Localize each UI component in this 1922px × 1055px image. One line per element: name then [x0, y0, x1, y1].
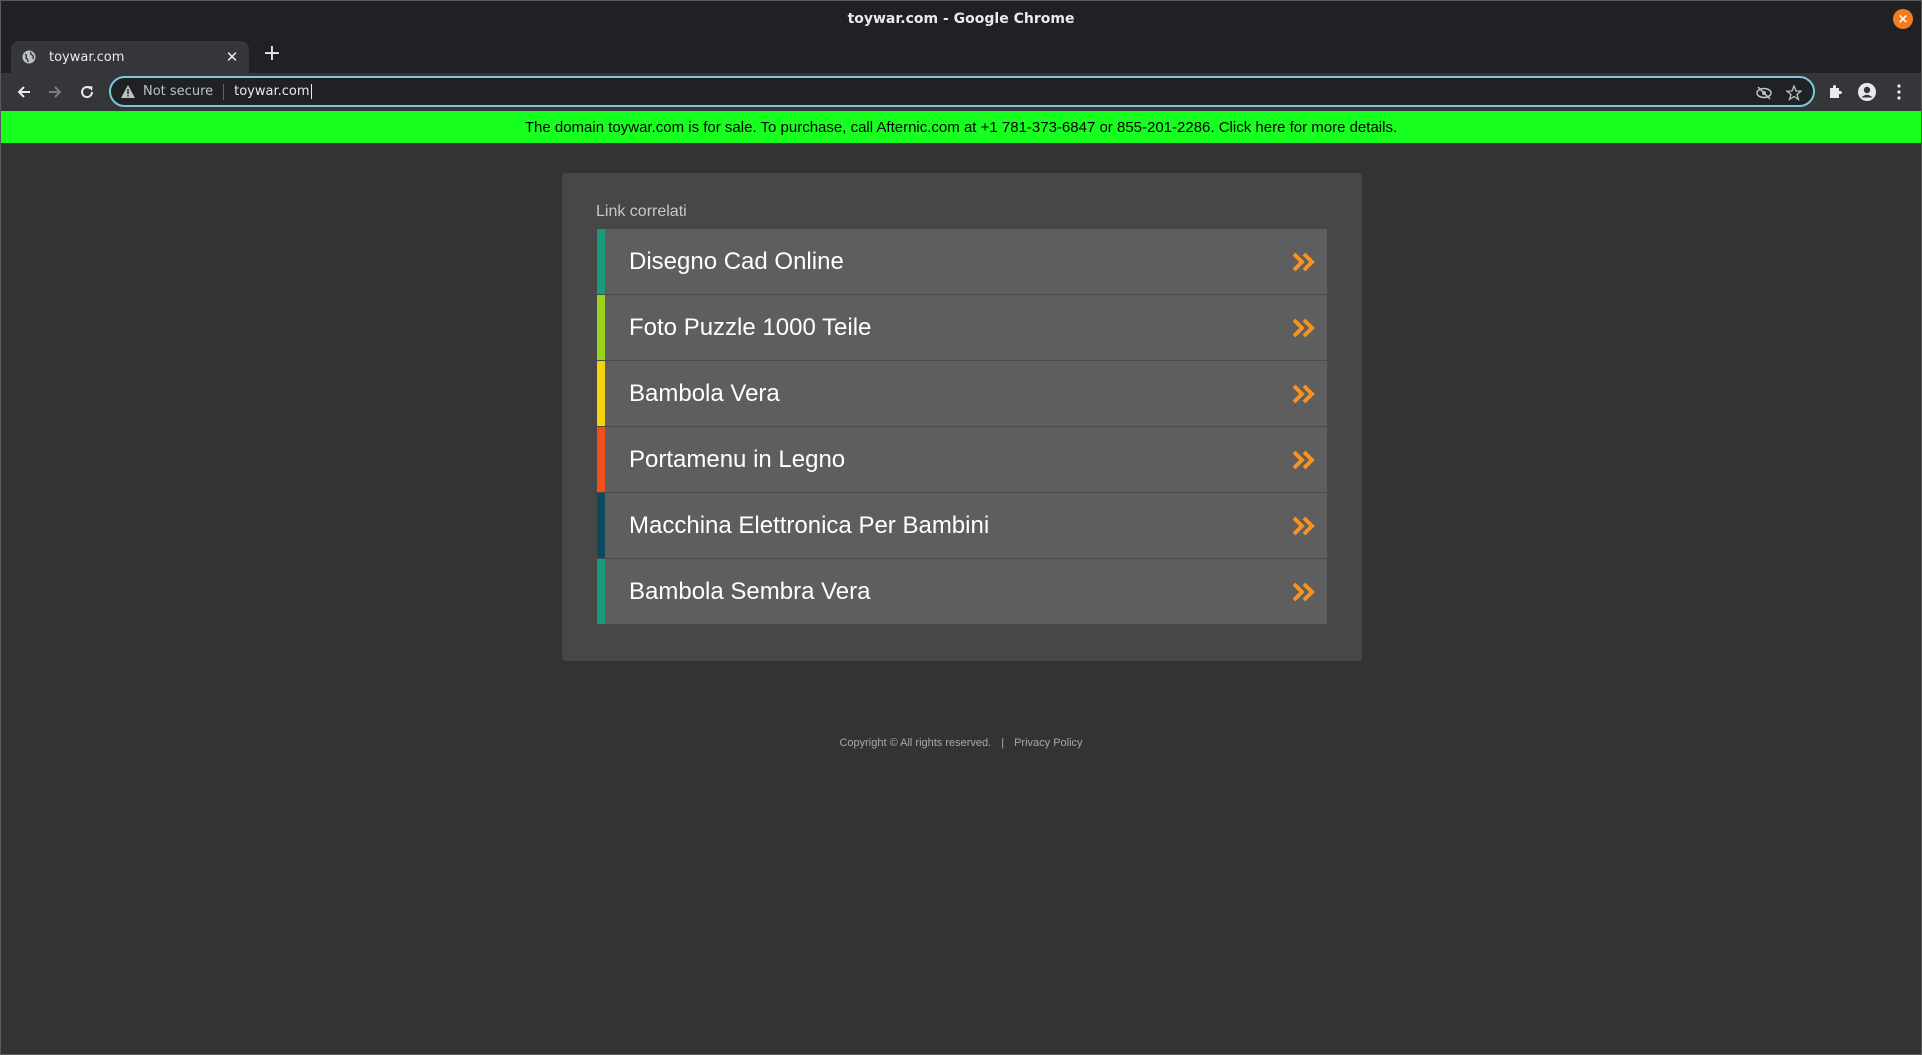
double-chevron-right-icon — [1292, 450, 1315, 470]
tab-toywar[interactable]: toywar.com ✕ — [11, 41, 249, 73]
reload-button[interactable] — [76, 81, 98, 103]
double-chevron-right-icon — [1292, 516, 1315, 536]
related-links-list: Disegno Cad Online Foto Puzzle 1000 Teile… — [597, 229, 1327, 625]
close-icon: × — [1897, 11, 1909, 27]
copyright-text: Copyright © All rights reserved. — [839, 737, 992, 749]
double-chevron-right-icon — [1292, 318, 1315, 338]
tab-strip: toywar.com ✕ — [1, 37, 1921, 73]
privacy-policy-link[interactable]: Privacy Policy — [1014, 737, 1082, 749]
related-link-label[interactable]: Bambola Sembra Vera — [629, 578, 870, 606]
arrow-right-icon — [49, 86, 62, 98]
related-links-title: Link correlati — [596, 203, 687, 220]
related-link-label[interactable]: Macchina Elettronica Per Bambini — [629, 512, 989, 540]
related-link-label[interactable]: Bambola Vera — [629, 380, 780, 408]
browser-window: toywar.com - Google Chrome × toywar.com … — [0, 0, 1922, 1055]
plus-icon: + — [262, 41, 282, 66]
title-bar: toywar.com - Google Chrome × — [1, 1, 1921, 37]
related-link-item[interactable]: Bambola Sembra Vera — [597, 559, 1327, 625]
color-accent-bar — [597, 361, 605, 426]
related-link-label[interactable]: Portamenu in Legno — [629, 446, 845, 474]
color-accent-bar — [597, 559, 605, 624]
footer-separator: | — [1001, 737, 1005, 749]
url-text[interactable]: toywar.com — [234, 84, 312, 99]
double-chevron-right-icon — [1292, 384, 1315, 404]
related-link-label[interactable]: Disegno Cad Online — [629, 248, 844, 276]
double-chevron-right-icon — [1292, 582, 1315, 602]
profile-avatar-icon[interactable] — [1857, 82, 1877, 102]
footer: Copyright © All rights reserved. | Priva… — [1, 737, 1921, 749]
color-accent-bar — [597, 493, 605, 558]
related-link-label[interactable]: Foto Puzzle 1000 Teile — [629, 314, 871, 342]
bookmark-star-icon[interactable] — [1785, 84, 1803, 102]
security-status[interactable]: Not secure — [143, 84, 213, 99]
related-link-item[interactable]: Macchina Elettronica Per Bambini — [597, 493, 1327, 559]
related-links-panel: Link correlati Disegno Cad Online Foto Pu… — [562, 173, 1362, 661]
double-chevron-right-icon — [1292, 252, 1315, 272]
domain-sale-banner[interactable]: The domain toywar.com is for sale. To pu… — [1, 111, 1921, 143]
arrow-left-icon — [17, 86, 30, 98]
extensions-icon[interactable] — [1825, 82, 1845, 102]
browser-toolbar: Not secure toywar.com — [1, 73, 1921, 111]
forward-button[interactable] — [44, 81, 66, 103]
warning-icon — [121, 85, 135, 99]
related-link-item[interactable]: Bambola Vera — [597, 361, 1327, 427]
related-link-item[interactable]: Disegno Cad Online — [597, 229, 1327, 295]
window-close-button[interactable]: × — [1893, 9, 1913, 29]
address-bar[interactable]: Not secure toywar.com — [109, 76, 1815, 107]
tab-close-icon[interactable]: ✕ — [223, 48, 241, 66]
banner-text[interactable]: The domain toywar.com is for sale. To pu… — [525, 119, 1397, 136]
window-title: toywar.com - Google Chrome — [847, 11, 1075, 27]
omnibox-divider — [223, 83, 225, 100]
color-accent-bar — [597, 295, 605, 360]
globe-icon — [21, 49, 37, 65]
color-accent-bar — [597, 427, 605, 492]
menu-kebab-icon[interactable] — [1889, 82, 1909, 102]
reload-icon — [81, 86, 94, 99]
related-link-item[interactable]: Portamenu in Legno — [597, 427, 1327, 493]
related-link-item[interactable]: Foto Puzzle 1000 Teile — [597, 295, 1327, 361]
color-accent-bar — [597, 229, 605, 294]
new-tab-button[interactable]: + — [261, 43, 283, 65]
back-button[interactable] — [13, 81, 35, 103]
eye-slash-icon[interactable] — [1755, 84, 1773, 102]
tab-title: toywar.com — [49, 49, 125, 65]
